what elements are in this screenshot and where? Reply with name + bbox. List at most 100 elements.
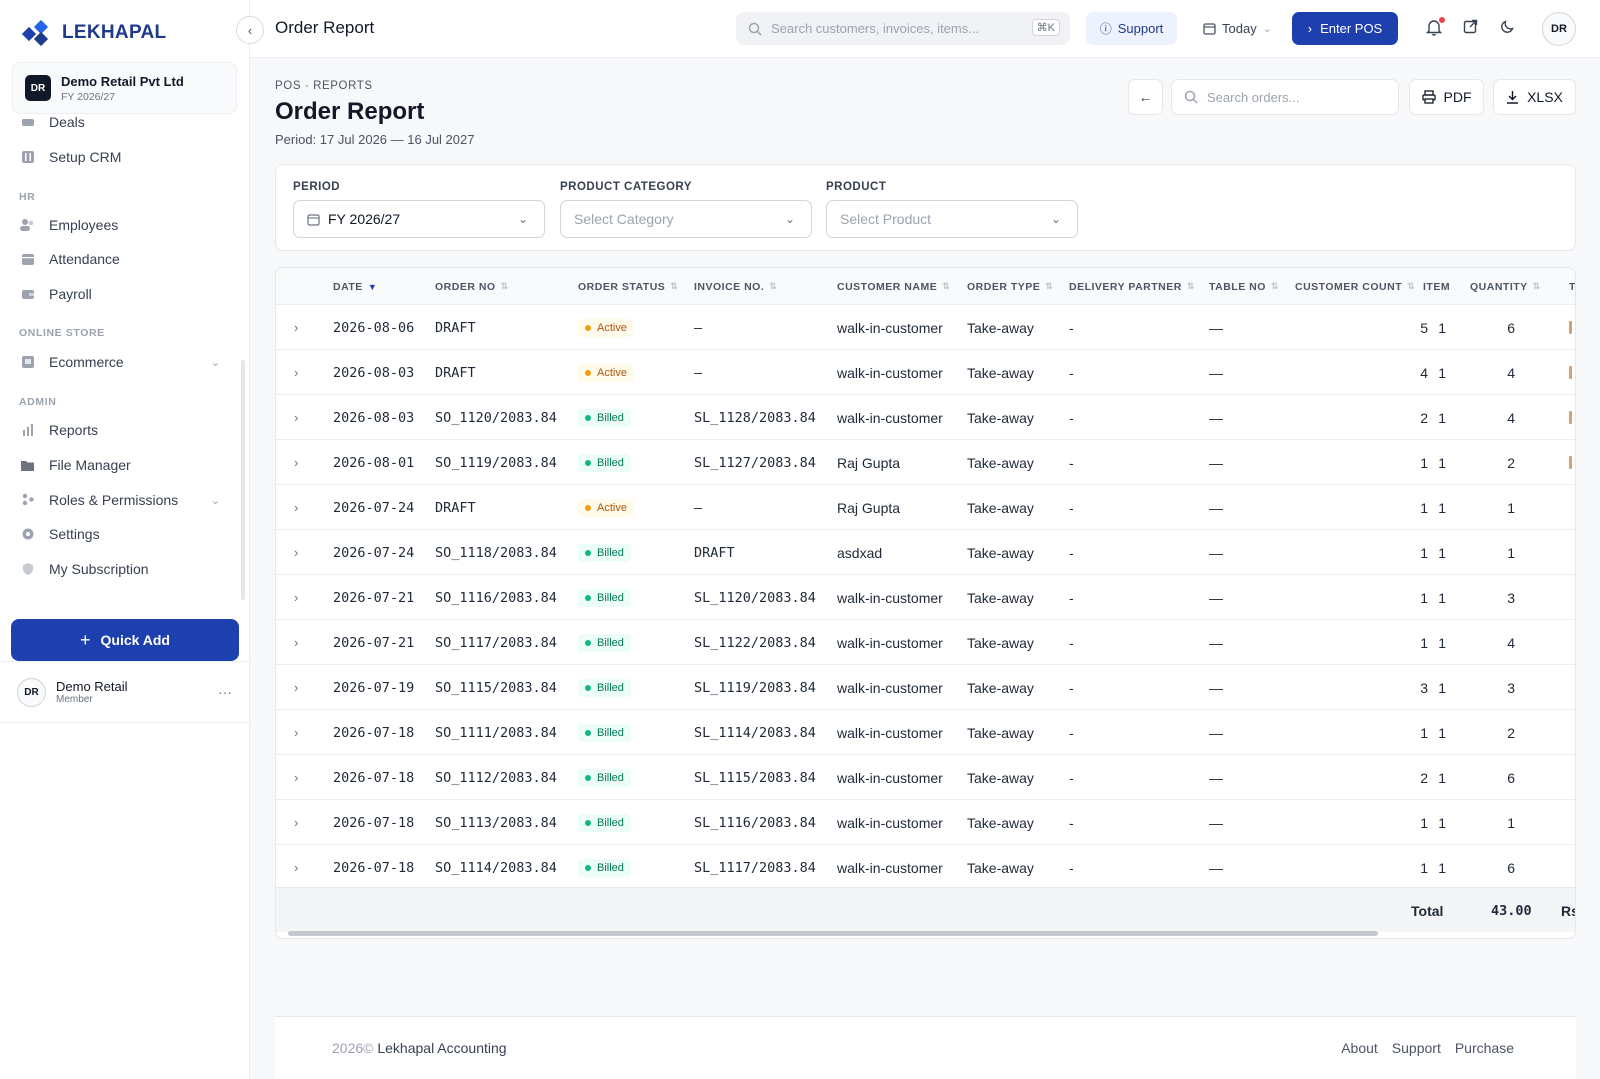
col-header-table-no[interactable]: TABLE NO ⇅ <box>1209 268 1279 305</box>
col-header-order-no[interactable]: ORDER NO ⇅ <box>435 268 509 305</box>
moon-icon[interactable] <box>1500 19 1515 37</box>
cell-item: 5 <box>1420 319 1428 336</box>
col-header-date[interactable]: DATE ▼ <box>333 268 377 305</box>
cell-order-status: Active <box>578 305 634 350</box>
expand-row-chevron-icon[interactable]: › <box>294 755 298 800</box>
col-header-label: DELIVERY PARTNER <box>1069 280 1182 293</box>
table-horizontal-scrollbar[interactable] <box>288 931 1378 936</box>
sort-icon: ⇅ <box>942 281 951 291</box>
export-xlsx-button[interactable]: XLSX <box>1493 79 1576 115</box>
table-row[interactable]: › 2026-07-21 SO_1116/2083.84 Billed SL_1120/… <box>276 575 1575 620</box>
sidebar-item-attendance[interactable]: Attendance <box>20 251 220 267</box>
shield-icon <box>20 562 35 577</box>
expand-row-chevron-icon[interactable]: › <box>294 665 298 710</box>
page-title: Order Report <box>275 98 425 125</box>
col-header-delivery-partner[interactable]: DELIVERY PARTNER ⇅ <box>1069 268 1195 305</box>
sidebar: LEKHAPAL DR Demo Retail Pvt Ltd FY 2026/… <box>0 0 250 1079</box>
sidebar-item-label: Payroll <box>49 286 92 302</box>
avatar[interactable]: DR <box>1542 12 1576 46</box>
table-row[interactable]: › 2026-08-01 SO_1119/2083.84 Billed SL_1127/… <box>276 440 1575 485</box>
col-header-truncated[interactable]: T <box>1569 268 1575 305</box>
nav-section-hr: HR <box>19 191 36 203</box>
cell-date: 2026-07-21 <box>333 589 415 606</box>
org-switcher[interactable]: DR Demo Retail Pvt Ltd FY 2026/27 <box>12 62 237 114</box>
sidebar-item-file-manager[interactable]: File Manager <box>20 457 220 473</box>
table-row[interactable]: › 2026-07-24 SO_1118/2083.84 Billed DRAFT asd… <box>276 530 1575 575</box>
expand-row-chevron-icon[interactable]: › <box>294 440 298 485</box>
user-profile[interactable]: DR Demo Retail Member ··· <box>0 661 250 723</box>
expand-row-chevron-icon[interactable]: › <box>294 845 298 890</box>
date-filter-dropdown[interactable]: Today ⌄ <box>1203 12 1272 45</box>
col-header-item[interactable]: ITEM <box>1423 268 1450 305</box>
table-row[interactable]: › 2026-07-18 SO_1112/2083.84 Billed SL_1115/… <box>276 755 1575 800</box>
table-total-row: Total 43.00 Rs <box>276 887 1575 932</box>
period-select[interactable]: FY 2026/27 ⌄ <box>293 200 545 238</box>
cell-order-no: DRAFT <box>435 499 476 516</box>
more-icon[interactable]: ··· <box>218 684 232 700</box>
global-search-input[interactable]: Search customers, invoices, items... ⌘K <box>736 12 1070 45</box>
bell-icon[interactable] <box>1425 17 1445 39</box>
quick-add-button[interactable]: + Quick Add <box>11 619 239 661</box>
page-footer: 2026© Lekhapal Accounting About Support … <box>275 1016 1576 1079</box>
folder-icon <box>20 458 35 473</box>
col-header-quantity[interactable]: QUANTITY ⇅ <box>1470 268 1541 305</box>
col-header-order-type[interactable]: ORDER TYPE ⇅ <box>967 268 1053 305</box>
expand-row-chevron-icon[interactable]: › <box>294 485 298 530</box>
expand-row-chevron-icon[interactable]: › <box>294 530 298 575</box>
expand-row-chevron-icon[interactable]: › <box>294 350 298 395</box>
sidebar-item-my-subscription[interactable]: My Subscription <box>20 561 220 577</box>
truncated-marker <box>1569 411 1572 424</box>
col-header-customer-count[interactable]: CUSTOMER COUNT ⇅ <box>1295 268 1415 305</box>
enter-pos-button[interactable]: › Enter POS <box>1292 12 1398 45</box>
export-pdf-button[interactable]: PDF <box>1409 79 1484 115</box>
chevron-down-icon: ⌄ <box>210 494 220 507</box>
sidebar-item-roles-permissions[interactable]: Roles & Permissions ⌄ <box>20 492 220 508</box>
back-button[interactable]: ← <box>1128 79 1163 115</box>
footer-link-support[interactable]: Support <box>1392 1040 1441 1056</box>
support-button[interactable]: ⓘ Support <box>1086 12 1177 45</box>
sidebar-item-reports[interactable]: Reports <box>20 422 220 438</box>
product-select[interactable]: Select Product ⌄ <box>826 200 1078 238</box>
expand-row-chevron-icon[interactable]: › <box>294 800 298 845</box>
col-header-customer-name[interactable]: CUSTOMER NAME ⇅ <box>837 268 950 305</box>
footer-link-about[interactable]: About <box>1341 1040 1378 1056</box>
table-row[interactable]: › 2026-07-18 SO_1111/2083.84 Billed SL_1114/… <box>276 710 1575 755</box>
sidebar-scrollbar[interactable] <box>241 360 245 600</box>
status-badge: Billed <box>578 858 631 877</box>
brand-logo[interactable]: LEKHAPAL <box>22 20 166 46</box>
col-header-invoice-no[interactable]: INVOICE NO. ⇅ <box>694 268 777 305</box>
external-link-icon[interactable] <box>1463 19 1478 37</box>
cell-order-status: Active <box>578 350 634 395</box>
sidebar-item-setup-crm[interactable]: Setup CRM <box>20 149 220 165</box>
table-row[interactable]: › 2026-08-03 DRAFT Active — walk-in-customer T… <box>276 350 1575 395</box>
expand-row-chevron-icon[interactable]: › <box>294 395 298 440</box>
truncated-column-marker <box>1569 305 1572 350</box>
table-row[interactable]: › 2026-07-19 SO_1115/2083.84 Billed SL_1119/… <box>276 665 1575 710</box>
sidebar-item-settings[interactable]: Settings <box>20 526 220 542</box>
category-select[interactable]: Select Category ⌄ <box>560 200 812 238</box>
sidebar-item-payroll[interactable]: Payroll <box>20 286 220 302</box>
expand-row-chevron-icon[interactable]: › <box>294 305 298 350</box>
col-header-order-status[interactable]: ORDER STATUS ⇅ <box>578 268 678 305</box>
sidebar-item-ecommerce[interactable]: Ecommerce ⌄ <box>20 354 220 370</box>
gear-icon <box>20 527 35 542</box>
expand-row-chevron-icon[interactable]: › <box>294 710 298 755</box>
sort-icon: ⇅ <box>769 281 778 291</box>
table-row[interactable]: › 2026-07-21 SO_1117/2083.84 Billed SL_1122/… <box>276 620 1575 665</box>
expand-row-chevron-icon[interactable]: › <box>294 620 298 665</box>
order-search-input[interactable]: Search orders... <box>1171 79 1399 115</box>
table-row[interactable]: › 2026-08-06 DRAFT Active — walk-in-customer T… <box>276 305 1575 350</box>
collapse-sidebar-button[interactable]: ‹ <box>236 16 264 44</box>
table-row[interactable]: › 2026-08-03 SO_1120/2083.84 Billed SL_1128/… <box>276 395 1575 440</box>
sidebar-item-deals[interactable]: Deals <box>20 116 220 130</box>
cell-order-no: SO_1111/2083.84 <box>435 724 557 741</box>
cell-table-no: — <box>1209 814 1223 831</box>
footer-link-purchase[interactable]: Purchase <box>1455 1040 1514 1056</box>
table-row[interactable]: › 2026-07-18 SO_1113/2083.84 Billed SL_1116/… <box>276 800 1575 845</box>
status-dot <box>585 504 591 511</box>
table-row[interactable]: › 2026-07-24 DRAFT Active — Raj Gupta Take-awa… <box>276 485 1575 530</box>
expand-row-chevron-icon[interactable]: › <box>294 575 298 620</box>
sidebar-item-employees[interactable]: Employees <box>20 217 220 233</box>
cell-date: 2026-08-06 <box>333 319 415 336</box>
table-row[interactable]: › 2026-07-18 SO_1114/2083.84 Billed SL_1117/… <box>276 845 1575 890</box>
